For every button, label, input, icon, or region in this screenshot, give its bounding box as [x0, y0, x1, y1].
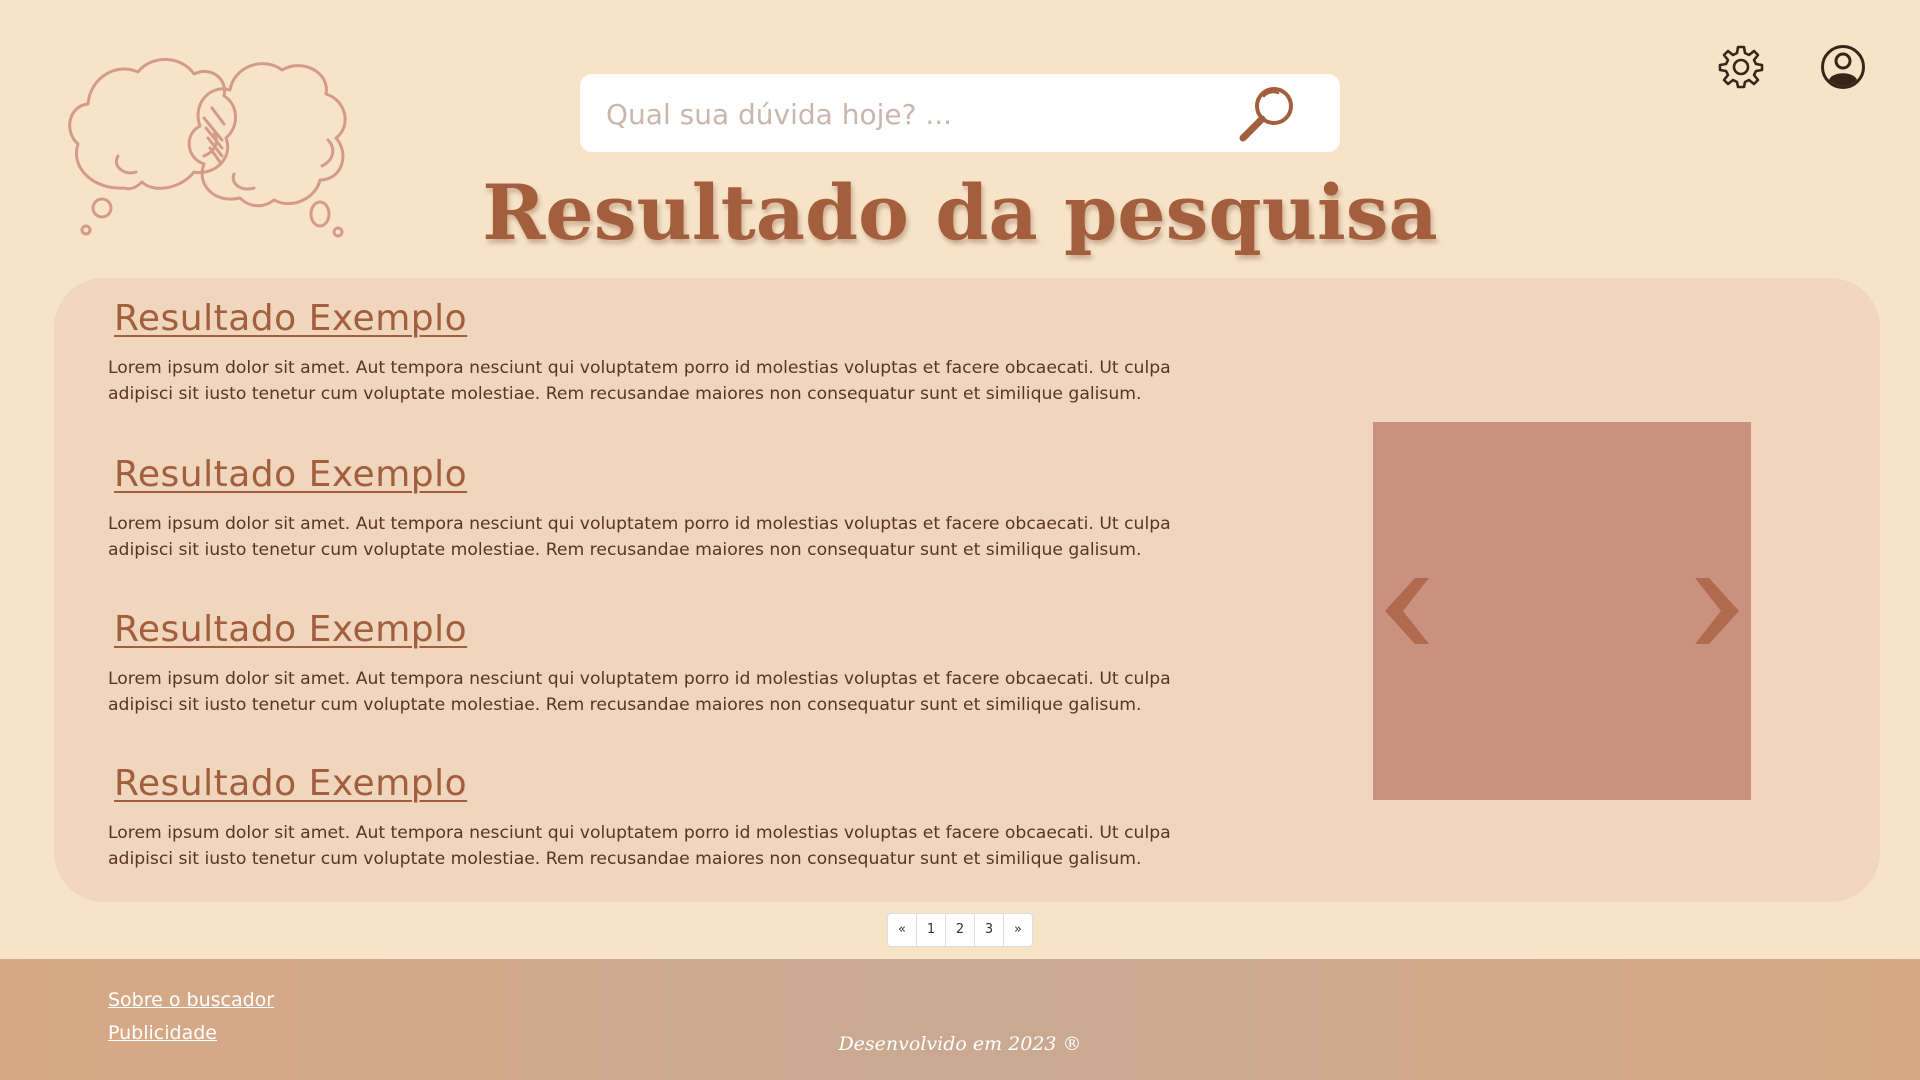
result-item: Resultado Exemplo Lorem ipsum dolor sit …	[108, 298, 1238, 407]
result-snippet: Lorem ipsum dolor sit amet. Aut tempora …	[108, 823, 1171, 869]
result-item: Resultado Exemplo Lorem ipsum dolor sit …	[108, 454, 1238, 563]
result-snippet: Lorem ipsum dolor sit amet. Aut tempora …	[108, 358, 1171, 404]
magnifier-icon[interactable]	[1234, 82, 1300, 148]
result-title-link[interactable]: Resultado Exemplo	[114, 609, 467, 650]
result-item: Resultado Exemplo Lorem ipsum dolor sit …	[108, 609, 1238, 718]
pagination-page-2[interactable]: 2	[946, 914, 975, 946]
result-title-link[interactable]: Resultado Exemplo	[114, 298, 467, 339]
user-circle-icon[interactable]	[1820, 44, 1866, 90]
result-title-link[interactable]: Resultado Exemplo	[114, 763, 467, 804]
image-carousel	[1373, 422, 1751, 800]
pagination-page-3[interactable]: 3	[975, 914, 1004, 946]
result-item: Resultado Exemplo Lorem ipsum dolor sit …	[108, 763, 1238, 872]
footer: Sobre o buscador Publicidade Desenvolvid…	[0, 959, 1920, 1080]
pagination: « 1 2 3 »	[887, 913, 1033, 947]
search-bar	[580, 74, 1340, 154]
footer-link-about[interactable]: Sobre o buscador	[108, 989, 274, 1011]
chevron-right-icon[interactable]	[1693, 576, 1741, 646]
footer-credit: Desenvolvido em 2023 ®	[838, 1033, 1082, 1055]
result-title-link[interactable]: Resultado Exemplo	[114, 454, 467, 495]
pagination-prev-button[interactable]: «	[888, 914, 917, 946]
pagination-page-1[interactable]: 1	[917, 914, 946, 946]
chevron-left-icon[interactable]	[1383, 576, 1431, 646]
result-snippet: Lorem ipsum dolor sit amet. Aut tempora …	[108, 669, 1171, 715]
result-snippet: Lorem ipsum dolor sit amet. Aut tempora …	[108, 514, 1171, 560]
page-title: Resultado da pesquisa	[482, 168, 1438, 257]
gear-icon[interactable]	[1718, 44, 1764, 90]
search-input[interactable]	[604, 74, 1248, 154]
pagination-next-button[interactable]: »	[1004, 914, 1032, 946]
